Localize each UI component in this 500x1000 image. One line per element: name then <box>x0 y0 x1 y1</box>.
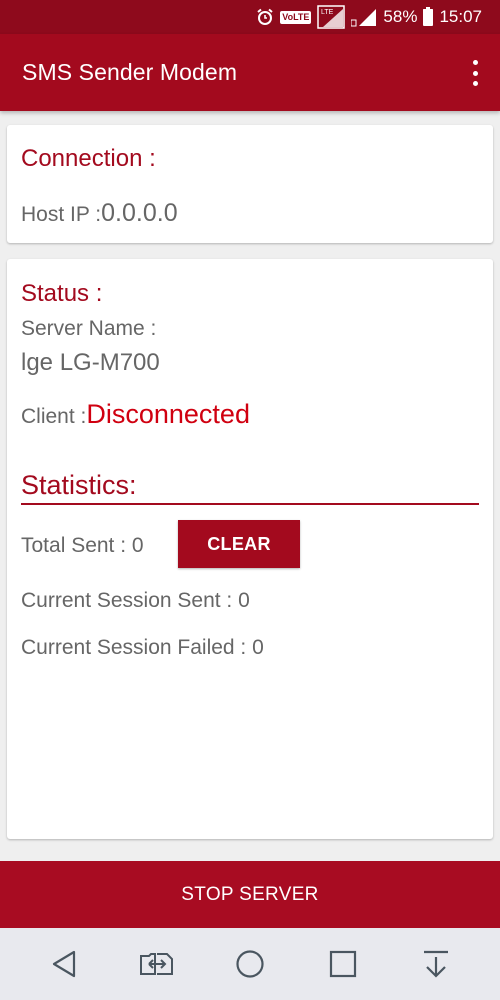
pull-down-icon <box>423 950 448 978</box>
volte-icon: VoLTE <box>280 10 312 24</box>
recents-icon <box>329 950 356 978</box>
client-row: Client :Disconnected <box>21 399 250 430</box>
app-title: SMS Sender Modem <box>22 59 238 85</box>
battery-percent: 58% <box>383 7 418 26</box>
statistics-divider <box>21 503 479 505</box>
client-label: Client : <box>21 405 87 428</box>
battery-icon <box>423 6 434 26</box>
overflow-dot <box>472 70 478 76</box>
status-card: Status : Server Name : lge LG-M700 Clien… <box>7 259 493 839</box>
total-sent: Total Sent : 0 <box>21 534 144 557</box>
back-icon <box>53 950 76 978</box>
stop-server-button[interactable]: STOP SERVER <box>0 861 500 928</box>
app-bar: SMS Sender Modem <box>0 34 500 111</box>
statistics-title: Statistics: <box>21 470 137 500</box>
system-navigation-bar <box>0 928 500 1000</box>
cell-signal-icon <box>351 7 377 27</box>
lte-signal-icon: LTE <box>317 5 346 29</box>
connection-card: Connection : Host IP :0.0.0.0 <box>7 125 493 243</box>
clear-button[interactable]: CLEAR <box>178 520 300 568</box>
recents-button[interactable] <box>318 939 368 989</box>
system-status-bar: VoLTE LTE 58% 15:07 <box>0 0 500 34</box>
alarm-icon <box>256 8 274 26</box>
current-session-failed: Current Session Failed : 0 <box>21 636 264 659</box>
status-title: Status : <box>21 280 103 307</box>
overflow-dot <box>472 81 478 86</box>
svg-text:LTE: LTE <box>321 9 334 16</box>
host-ip-label: Host IP : <box>21 203 102 226</box>
notifications-pulldown-button[interactable] <box>411 939 461 989</box>
client-status-value: Disconnected <box>86 399 250 429</box>
back-button[interactable] <box>39 939 89 989</box>
overflow-menu-button[interactable] <box>470 60 480 86</box>
dual-window-button[interactable] <box>132 939 182 989</box>
connection-title: Connection : <box>21 145 156 172</box>
overflow-dot <box>472 60 478 65</box>
home-icon <box>236 950 264 978</box>
clock: 15:07 <box>439 7 482 26</box>
server-name-label: Server Name : <box>21 317 157 340</box>
current-session-sent: Current Session Sent : 0 <box>21 589 250 612</box>
host-ip-value: 0.0.0.0 <box>101 199 178 227</box>
host-ip-row: Host IP :0.0.0.0 <box>21 199 178 228</box>
home-button[interactable] <box>225 939 275 989</box>
dual-window-icon <box>140 953 174 975</box>
server-name-value: lge LG-M700 <box>21 349 160 376</box>
